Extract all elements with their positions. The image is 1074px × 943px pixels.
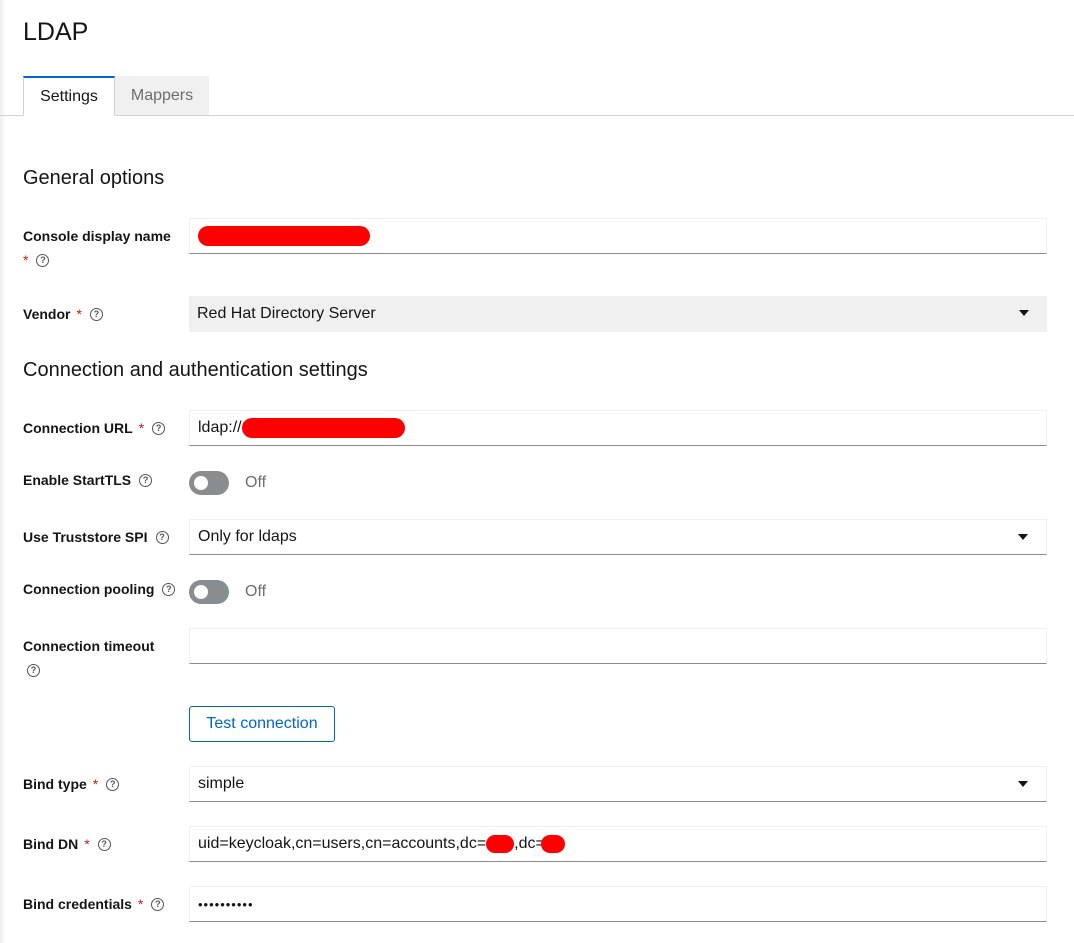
redacted-value [242,418,406,438]
label-text: Enable StartTLS [23,472,132,488]
label-text: Console display name [23,228,171,244]
left-edge-shadow [0,0,6,943]
field-label-bind-type: Bind type *? [23,772,120,796]
help-icon[interactable]: ? [151,897,165,911]
tab-bar: Settings Mappers [0,76,1074,116]
section-title-general: General options [23,167,165,189]
redacted-value [486,835,515,853]
required-marker: * [76,306,82,322]
field-label-enable-starttls: Enable StartTLS? [23,468,153,492]
field-label-bind-credentials: Bind credentials *? [23,892,165,916]
connection-url-input[interactable]: ldap://1 [189,410,1047,446]
label-text: Vendor [23,306,71,322]
bind-dn-value-prefix: uid=keycloak,cn=users,cn=accounts,dc= [198,835,487,852]
field-label-connection-url: Connection URL *? [23,416,166,440]
field-label-connection-timeout: Connection timeout ? [23,634,183,682]
label-text: Connection URL [23,420,133,436]
help-icon[interactable]: ? [97,837,111,851]
use-truststore-spi-select[interactable]: Only for ldaps [189,519,1047,555]
caret-down-icon [1018,534,1028,540]
field-label-console-display-name: Console display name *? [23,224,183,272]
caret-down-icon [1019,310,1029,316]
redacted-value [198,226,370,246]
vendor-select-value: Red Hat Directory Server [197,305,376,322]
label-text: Bind type [23,776,87,792]
bind-dn-input[interactable]: uid=keycloak,cn=users,cn=accounts,dc= ,d… [189,826,1047,862]
required-marker: * [84,836,90,852]
vendor-select[interactable]: Red Hat Directory Server [189,296,1047,332]
label-text: Bind DN [23,836,79,852]
connection-timeout-input[interactable] [189,628,1047,664]
required-marker: * [138,420,145,436]
help-icon[interactable]: ? [155,530,169,544]
caret-down-icon [1018,781,1028,787]
help-icon[interactable]: ? [27,663,40,677]
connection-pooling-toggle[interactable] [189,580,229,604]
toggle-knob [194,585,208,599]
enable-starttls-state: Off [245,474,267,491]
page-title: LDAP [23,18,89,46]
help-icon[interactable]: ? [89,307,103,321]
test-connection-button[interactable]: Test connection [189,706,335,742]
section-title-connection: Connection and authentication settings [23,359,368,381]
tab-mappers[interactable]: Mappers [115,76,209,115]
bind-type-select[interactable]: simple [189,766,1047,802]
field-label-connection-pooling: Connection pooling? [23,577,176,601]
label-text: Connection pooling [23,581,155,597]
label-text: Connection timeout [23,638,155,654]
field-label-vendor: Vendor *? [23,302,103,326]
bind-credentials-input[interactable]: •••••••••• [189,886,1047,922]
help-icon[interactable]: ? [152,421,166,435]
tab-settings[interactable]: Settings [23,76,115,116]
label-text: Bind credentials [23,896,132,912]
required-marker: * [92,776,99,792]
required-marker: * [23,252,29,268]
help-icon[interactable]: ? [106,777,120,791]
label-text: Use Truststore SPI [23,529,148,545]
bind-type-select-value: simple [198,775,245,792]
required-marker: * [137,896,144,912]
help-icon[interactable]: ? [162,582,176,596]
help-icon[interactable]: ? [139,473,153,487]
console-display-name-input[interactable] [189,218,1047,254]
field-label-use-truststore-spi: Use Truststore SPI? [23,525,169,549]
redacted-value [540,835,565,853]
truststore-select-value: Only for ldaps [198,528,297,545]
connection-pooling-state: Off [245,583,267,600]
toggle-knob [194,476,208,490]
help-icon[interactable]: ? [36,253,50,267]
field-label-bind-dn: Bind DN *? [23,832,111,856]
enable-starttls-toggle[interactable] [189,471,229,495]
